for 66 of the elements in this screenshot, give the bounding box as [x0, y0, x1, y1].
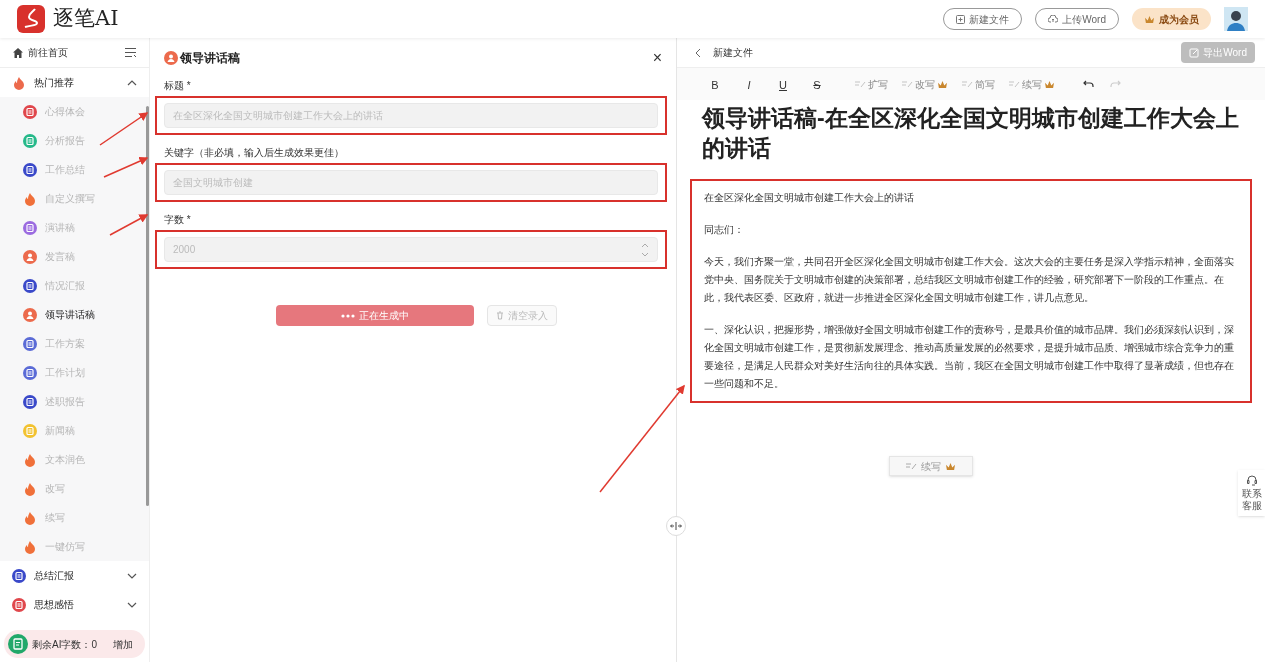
avatar[interactable]	[1224, 7, 1248, 31]
back-icon[interactable]	[695, 47, 701, 58]
support-label: 联系客服	[1241, 488, 1262, 512]
menu-item[interactable]: 工作计划	[0, 358, 149, 387]
chevron-down-icon	[127, 572, 137, 579]
close-button[interactable]: ×	[652, 50, 662, 66]
crown-icon	[937, 79, 948, 89]
resize-icon	[670, 522, 682, 530]
crown-icon	[1144, 14, 1155, 24]
logo-text: 逐笔AI	[53, 5, 119, 33]
format-button[interactable]: S	[807, 77, 827, 94]
annotation-arrow	[109, 214, 149, 236]
crown-icon	[945, 461, 956, 471]
menu-item[interactable]: 发言稿	[0, 242, 149, 271]
chevron-down-icon	[127, 601, 137, 608]
field-label: 标题 *	[163, 79, 192, 93]
generating-button[interactable]: 正在生成中	[276, 305, 474, 326]
paragraph: 同志们：	[704, 223, 745, 237]
pen-icon	[855, 80, 866, 88]
menu-group[interactable]: 热门推荐	[0, 68, 149, 97]
logo-icon	[17, 5, 45, 33]
field-label: 字数 *	[163, 213, 192, 227]
paragraph: 在全区深化全国文明城市创建工作大会上的讲话	[704, 191, 915, 205]
chevron-up-icon	[127, 79, 137, 86]
menu-item[interactable]: 心得体会	[0, 97, 149, 126]
loading-icon	[341, 313, 355, 318]
paragraph: 一、深化认识，把握形势，增强做好全国文明城市创建工作的责称号，是最具价值的城市品牌。我们必须深刻认识到，深化全国文明城市创建工作，是贯彻新发展理念、推动高质量发展的必然要求，是提升城市品质、增强城市综合竞争力的重要途径，是满足人民群众对美好生活向往的具体实践。当前，我区在全国文明城市创建工作中取得了显著成绩，但也存在一些问题和不足。	[704, 323, 1235, 391]
annotation-arrow	[103, 156, 149, 178]
home-icon	[12, 46, 24, 59]
group-label: 思想感悟	[34, 598, 74, 612]
home-link[interactable]: 前往首页	[28, 45, 68, 60]
support-widget[interactable]: 联系客服	[1238, 470, 1265, 516]
export-icon	[1189, 47, 1200, 58]
document-heading: 领导讲话稿-在全区深化全国文明城市创建工作大会上的讲话	[700, 104, 1240, 163]
field-label: 关键字（非必填，输入后生成效果更佳）	[163, 146, 345, 160]
pen-icon	[962, 80, 973, 88]
pen-icon	[906, 462, 917, 470]
document-icon	[8, 634, 28, 654]
format-button[interactable]: U	[773, 77, 793, 94]
form-title: 领导讲话稿	[180, 50, 240, 67]
undo-icon[interactable]	[1083, 80, 1095, 88]
group-label: 热门推荐	[34, 76, 74, 90]
format-button[interactable]: I	[739, 77, 759, 94]
add-link[interactable]: 增加	[113, 636, 141, 652]
menu-item[interactable]: 领导讲话稿	[0, 300, 149, 329]
person-icon	[164, 51, 178, 65]
paragraph: 今天，我们齐聚一堂，共同召开全区深化全国文明城市创建工作大会。这次大会的主要任务是深入学指示精神，全面落实党中央、国务院关于文明城市创建的决策部署，总结我区文明城市创建工作的经验，研究部署下一阶段的工作重点。在此，我代表区委、区政府，就进一步推进全区深化全国文明城市创建工作，讲几点意见。	[704, 255, 1235, 305]
plus-icon	[956, 14, 966, 24]
pen-icon	[1009, 80, 1020, 88]
resize-handle[interactable]	[666, 516, 686, 536]
menu-item[interactable]: 演讲稿	[0, 213, 149, 242]
menu-icon[interactable]	[124, 47, 137, 58]
annotation-arrow	[99, 112, 149, 146]
headset-icon	[1245, 474, 1258, 486]
membership-button[interactable]: 成为会员	[1132, 8, 1211, 30]
continue-button[interactable]: 续写	[889, 456, 973, 476]
format-button[interactable]: B	[705, 77, 725, 94]
trash-icon	[496, 311, 504, 320]
file-name: 新建文件	[713, 46, 753, 60]
menu-group[interactable]: 总结汇报	[0, 561, 149, 590]
crown-icon	[1044, 79, 1055, 89]
pen-icon	[902, 80, 913, 88]
menu-group[interactable]: 思想感悟	[0, 590, 149, 619]
cloud-upload-icon	[1048, 15, 1059, 23]
group-label: 总结汇报	[34, 569, 74, 583]
quota-label: 剩余AI字数：0	[32, 637, 98, 652]
